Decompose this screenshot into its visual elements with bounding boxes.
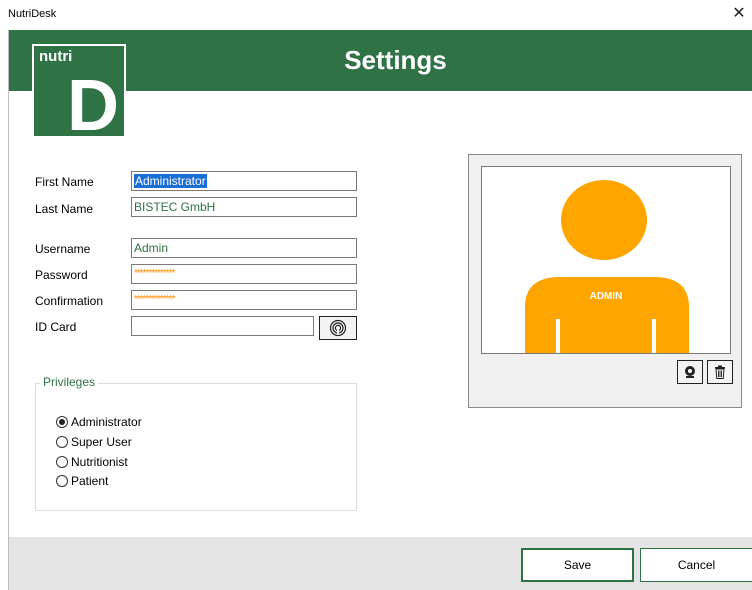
title-bar: NutriDesk ✕: [0, 0, 752, 30]
avatar-placeholder-icon: ADMIN: [525, 180, 689, 353]
privileges-group: Privileges Administrator Super User Nutr…: [35, 375, 357, 511]
radio-super-user[interactable]: Super User: [56, 434, 132, 450]
settings-window: NutriDesk ✕ Settings nutri D First Name …: [0, 0, 752, 590]
trash-icon: [715, 365, 725, 379]
radio-label: Patient: [71, 474, 109, 488]
username-field[interactable]: Admin: [131, 238, 357, 258]
radio-label: Nutritionist: [71, 455, 128, 469]
last-name-field[interactable]: BISTEC GmbH: [131, 197, 357, 217]
logo-letter: D: [67, 66, 119, 146]
radio-administrator[interactable]: Administrator: [56, 414, 142, 430]
logo-text: nutri: [39, 48, 73, 65]
id-card-label: ID Card: [35, 320, 77, 334]
close-button[interactable]: ✕: [726, 2, 752, 26]
avatar-label: ADMIN: [590, 291, 623, 302]
radio-button[interactable]: [56, 436, 68, 448]
window-border: [8, 30, 9, 590]
first-name-label: First Name: [35, 175, 94, 189]
cancel-button[interactable]: Cancel: [640, 548, 752, 582]
username-label: Username: [35, 242, 91, 256]
nutridesk-logo: nutri D: [32, 44, 126, 142]
user-photo: ADMIN: [481, 166, 731, 354]
radio-button[interactable]: [56, 475, 68, 487]
radio-label: Super User: [71, 435, 132, 449]
radio-patient[interactable]: Patient: [56, 473, 108, 489]
radio-label: Administrator: [71, 415, 142, 429]
first-name-value: Administrator: [134, 174, 207, 188]
delete-photo-button[interactable]: [707, 360, 733, 384]
confirmation-label: Confirmation: [35, 294, 104, 308]
webcam-icon: [685, 366, 695, 378]
radio-button[interactable]: [56, 416, 68, 428]
last-name-label: Last Name: [35, 202, 94, 216]
window-title: NutriDesk: [8, 8, 57, 20]
id-card-field[interactable]: [131, 316, 314, 336]
save-button[interactable]: Save: [521, 548, 634, 582]
radio-button[interactable]: [56, 456, 68, 468]
password-field[interactable]: **************: [131, 264, 357, 284]
webcam-button[interactable]: [677, 360, 703, 384]
fingerprint-icon: [329, 319, 347, 337]
privileges-title: Privileges: [40, 375, 99, 389]
radio-nutritionist[interactable]: Nutritionist: [56, 454, 128, 470]
password-label: Password: [35, 268, 88, 282]
scan-id-card-button[interactable]: [319, 316, 357, 340]
photo-panel: ADMIN: [468, 154, 742, 408]
confirmation-field[interactable]: **************: [131, 290, 357, 310]
first-name-field[interactable]: Administrator: [131, 171, 357, 191]
